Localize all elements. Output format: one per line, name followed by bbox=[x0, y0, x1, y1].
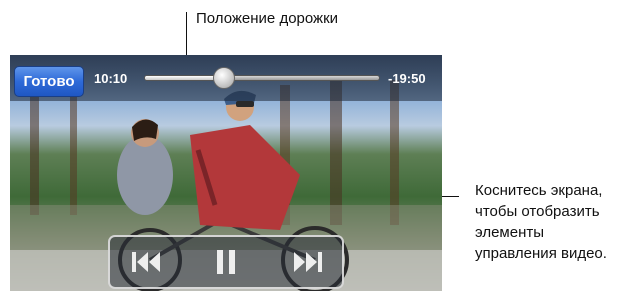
next-button[interactable] bbox=[290, 247, 326, 277]
previous-button[interactable] bbox=[128, 247, 164, 277]
pause-button[interactable] bbox=[208, 247, 244, 277]
video-frame[interactable]: Готово 10:10 -19:50 bbox=[10, 55, 442, 291]
track-position-callout-text: Положение дорожки bbox=[196, 10, 339, 27]
tap-screen-callout-line: чтобы отобразить bbox=[475, 203, 600, 220]
tap-screen-callout-line: управления видео. bbox=[475, 245, 607, 262]
remaining-time: -19:50 bbox=[388, 71, 426, 86]
tap-screen-callout: Коснитесь экрана, чтобы отобразить элеме… bbox=[475, 180, 607, 264]
scrubber-thumb[interactable] bbox=[213, 67, 236, 89]
done-button[interactable]: Готово bbox=[14, 66, 84, 97]
video-top-bar: Готово 10:10 -19:50 bbox=[10, 55, 442, 101]
tap-screen-callout-line: элементы bbox=[475, 224, 545, 241]
tap-screen-callout-line: Коснитесь экрана, bbox=[475, 182, 603, 199]
track-position-callout: Положение дорожки bbox=[196, 8, 338, 29]
elapsed-time: 10:10 bbox=[94, 71, 128, 86]
scrubber-track[interactable] bbox=[144, 75, 380, 81]
playback-controls bbox=[108, 235, 344, 289]
